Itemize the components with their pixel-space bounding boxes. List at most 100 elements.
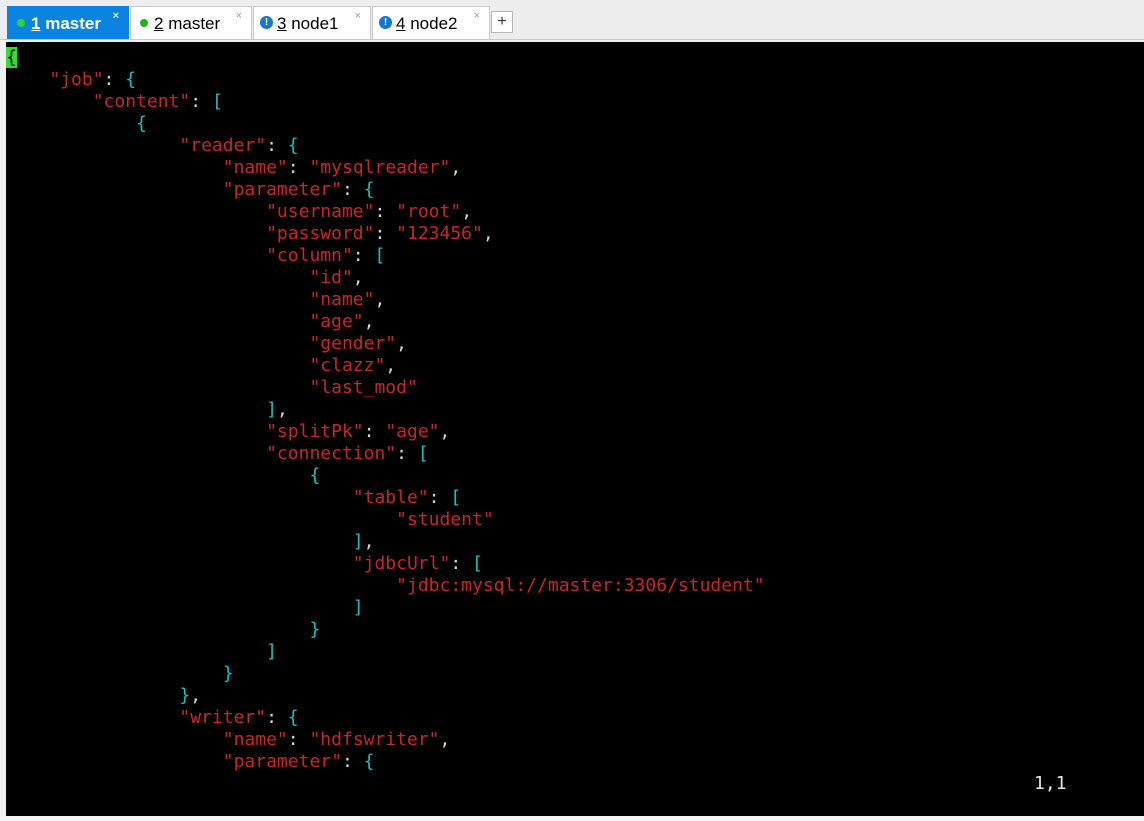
connected-status-icon: [17, 19, 25, 27]
code-line: "username": "root",: [6, 201, 765, 223]
json-punctuation: [6, 267, 309, 288]
json-punctuation: [6, 69, 49, 90]
code-line: "splitPk": "age",: [6, 421, 765, 443]
tab-number: 4: [396, 14, 406, 33]
json-bracket: {: [125, 69, 137, 90]
json-punctuation: [6, 157, 223, 178]
code-line: "content": [: [6, 91, 765, 113]
code-line: ]: [6, 597, 765, 619]
json-punctuation: ,: [352, 267, 364, 288]
json-punctuation: :: [287, 729, 310, 750]
code-line: "name": "hdfswriter",: [6, 729, 765, 751]
tab-label: 3 node1: [277, 14, 338, 34]
json-punctuation: [6, 575, 396, 596]
json-bracket: ]: [352, 531, 364, 552]
json-bracket: ]: [266, 399, 277, 420]
code-line: "reader": {: [6, 135, 765, 157]
json-string: "jdbc:mysql://master:3306/student": [396, 575, 765, 596]
json-punctuation: :: [190, 91, 212, 112]
code-line: "last_mod": [6, 377, 765, 399]
code-line: }: [6, 663, 765, 685]
json-punctuation: [6, 531, 353, 552]
json-punctuation: [6, 487, 353, 508]
json-punctuation: [6, 135, 179, 156]
code-line: {: [6, 47, 765, 69]
json-bracket: [: [472, 553, 483, 574]
json-punctuation: [6, 619, 309, 640]
text-cursor: {: [6, 47, 17, 68]
json-bracket: [: [417, 443, 429, 464]
json-bracket: {: [136, 113, 147, 134]
terminal-screen[interactable]: { "job": { "content": [ { "reader": { "n…: [6, 42, 1144, 816]
json-punctuation: :: [266, 707, 288, 728]
json-punctuation: ,: [276, 399, 288, 420]
json-string: "username": [266, 201, 375, 222]
json-punctuation: [6, 421, 266, 442]
code-line: "name": "mysqlreader",: [6, 157, 765, 179]
json-punctuation: :: [450, 553, 473, 574]
json-punctuation: :: [287, 157, 310, 178]
json-punctuation: ,: [374, 289, 386, 310]
code-line: "clazz",: [6, 355, 765, 377]
close-tab-icon[interactable]: ×: [474, 10, 480, 22]
json-punctuation: [6, 333, 309, 354]
close-tab-icon[interactable]: ×: [355, 10, 361, 22]
json-punctuation: [6, 641, 266, 662]
tab-3-node1[interactable]: ! 3 node1 ×: [253, 6, 371, 39]
json-string: "age": [385, 421, 440, 442]
json-punctuation: [6, 289, 309, 310]
json-punctuation: [6, 751, 223, 772]
code-line: }: [6, 619, 765, 641]
code-line: "jdbcUrl": [: [6, 553, 765, 575]
json-punctuation: [6, 377, 309, 398]
code-line: ],: [6, 399, 765, 421]
json-punctuation: [6, 663, 223, 684]
json-string: "student": [396, 509, 494, 530]
exclamation-icon: !: [379, 16, 392, 29]
code-line: "name",: [6, 289, 765, 311]
json-punctuation: :: [103, 69, 126, 90]
code-line: },: [6, 685, 765, 707]
code-line: {: [6, 465, 765, 487]
json-string: "parameter": [222, 179, 342, 200]
code-line: "jdbc:mysql://master:3306/student": [6, 575, 765, 597]
json-punctuation: [6, 311, 309, 332]
json-bracket: ]: [266, 641, 277, 662]
close-tab-icon[interactable]: ×: [236, 10, 242, 22]
tab-label: 1 master: [31, 14, 101, 34]
json-string: "content": [92, 91, 191, 112]
session-tab-bar: 1 master × 2 master × ! 3 node1 × ! 4 no…: [0, 0, 1144, 40]
json-punctuation: [6, 91, 93, 112]
code-line: "connection": [: [6, 443, 765, 465]
new-tab-button[interactable]: +: [491, 11, 513, 33]
json-punctuation: [6, 509, 396, 530]
tab-number: 2: [154, 14, 164, 33]
tab-1-master[interactable]: 1 master ×: [7, 6, 129, 39]
code-line: "age",: [6, 311, 765, 333]
json-punctuation: [6, 355, 309, 376]
editor-buffer: { "job": { "content": [ { "reader": { "n…: [6, 47, 765, 773]
json-punctuation: [6, 113, 136, 134]
exclamation-icon: !: [260, 16, 273, 29]
json-punctuation: ,: [439, 729, 451, 750]
json-punctuation: :: [341, 179, 364, 200]
tab-title: master: [45, 14, 101, 33]
tab-4-node2[interactable]: ! 4 node2 ×: [372, 6, 490, 39]
json-punctuation: :: [352, 245, 375, 266]
json-string: "splitPk": [266, 421, 364, 442]
close-tab-icon[interactable]: ×: [113, 10, 119, 22]
json-punctuation: :: [374, 201, 397, 222]
json-bracket: }: [309, 619, 321, 640]
json-bracket: {: [287, 707, 299, 728]
json-string: "mysqlreader": [309, 157, 451, 178]
json-string: "last_mod": [309, 377, 418, 398]
code-line: "id",: [6, 267, 765, 289]
tab-title: node2: [410, 14, 458, 33]
json-punctuation: [6, 465, 309, 486]
code-line: "column": [: [6, 245, 765, 267]
json-punctuation: :: [266, 135, 288, 156]
code-line: ]: [6, 641, 765, 663]
json-string: "age": [309, 311, 364, 332]
json-punctuation: ,: [461, 201, 473, 222]
tab-2-master[interactable]: 2 master ×: [130, 6, 252, 39]
